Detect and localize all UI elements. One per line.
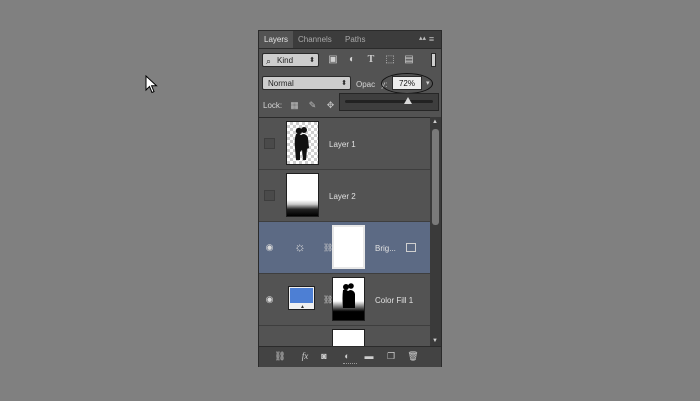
- opacity-slider-popup: [339, 93, 439, 111]
- delete-layer-trash-icon[interactable]: 🗑: [407, 350, 419, 362]
- layer-name[interactable]: Layer 2: [329, 192, 356, 201]
- layer-row-layer-1[interactable]: Layer 1: [259, 118, 430, 170]
- opacity-slider-track[interactable]: [345, 100, 433, 103]
- color-fill-icon: ▲: [288, 286, 315, 310]
- layer-mask-thumbnail[interactable]: [332, 225, 365, 269]
- layer-mask-thumbnail[interactable]: [332, 277, 365, 321]
- add-mask-icon[interactable]: ◙: [318, 350, 330, 362]
- layer-name[interactable]: Brig...: [375, 244, 396, 253]
- new-adjustment-layer-icon[interactable]: ◐: [341, 350, 353, 362]
- layer-style-fx-button[interactable]: fx: [297, 350, 313, 362]
- layer-thumbnail: [332, 329, 365, 347]
- new-group-folder-icon[interactable]: ▬: [363, 350, 375, 362]
- new-layer-icon[interactable]: ❐: [385, 350, 397, 362]
- search-icon: ⌕: [266, 56, 272, 66]
- clipping-badge-icon: [406, 243, 416, 252]
- adjustment-filter-icon[interactable]: ◐: [346, 54, 358, 66]
- tab-paths[interactable]: Paths: [340, 31, 370, 48]
- type-filter-icon[interactable]: T: [365, 54, 377, 66]
- layer-row-color-fill-1[interactable]: ◉ ▲ ⛓ Color Fill 1: [259, 274, 430, 326]
- blend-mode-select[interactable]: Normal ⬍: [262, 76, 351, 90]
- layers-scrollbar[interactable]: ▲ ▼: [430, 117, 441, 346]
- blend-mode-value: Normal: [268, 79, 294, 88]
- lock-brush-icon[interactable]: ✎: [307, 100, 318, 111]
- couple-silhouette-icon: [342, 283, 355, 308]
- shape-filter-icon[interactable]: ⬚: [384, 54, 396, 66]
- visibility-toggle[interactable]: [264, 190, 275, 201]
- opacity-slider-thumb[interactable]: [404, 97, 413, 104]
- layer-thumbnail: [286, 173, 319, 217]
- scroll-up-icon[interactable]: ▲: [432, 119, 438, 125]
- scroll-thumb[interactable]: [432, 129, 439, 225]
- lock-transparency-icon[interactable]: ▦: [289, 100, 300, 111]
- brightness-adjustment-icon: ☼: [294, 239, 306, 254]
- eye-icon[interactable]: ◉: [264, 294, 275, 305]
- link-layers-icon[interactable]: ⛓: [273, 350, 287, 362]
- layer-row-layer-2[interactable]: Layer 2: [259, 170, 430, 222]
- layer-row-brightness[interactable]: ◉ ☼ ⛓ Brig...: [259, 222, 430, 274]
- visibility-toggle[interactable]: [264, 138, 275, 149]
- layers-list: Layer 1 Layer 2 ◉ ☼ ⛓ Brig... ◉ ▲ ⛓ Colo…: [259, 117, 430, 347]
- collapse-icon[interactable]: ▴▴: [419, 34, 426, 42]
- layers-footer: ⛓ fx ◙ ◐ ▬ ❐ 🗑: [259, 346, 441, 367]
- fill-color-swatch: [290, 288, 313, 303]
- tab-layers[interactable]: Layers: [259, 31, 294, 48]
- image-filter-icon[interactable]: ▣: [327, 54, 339, 66]
- opacity-dropdown-icon[interactable]: ▾: [426, 79, 430, 87]
- select-arrows-icon: ⬍: [309, 57, 315, 64]
- layer-name[interactable]: Color Fill 1: [375, 296, 413, 305]
- blend-row: Normal ⬍ Opac y: 72% ▾: [259, 73, 441, 95]
- opacity-label-head: Opac: [356, 80, 376, 89]
- tab-channels[interactable]: Channels: [293, 31, 337, 48]
- couple-silhouette-icon: [294, 127, 309, 160]
- resize-grip[interactable]: [343, 363, 357, 366]
- layer-thumbnail: [286, 121, 319, 165]
- eye-icon[interactable]: ◉: [264, 242, 275, 253]
- lock-position-icon[interactable]: ✥: [325, 100, 336, 111]
- panel-menu-icon[interactable]: ≡: [426, 34, 437, 45]
- lock-label: Lock:: [263, 101, 283, 110]
- select-arrows-icon: ⬍: [341, 80, 347, 87]
- filter-toggle-switch[interactable]: [431, 53, 436, 67]
- scroll-down-icon[interactable]: ▼: [432, 338, 438, 344]
- filter-row: ⌕ Kind ⬍ ▣ ◐ T ⬚ ▤: [259, 49, 441, 73]
- filter-kind-value: Kind: [277, 56, 294, 65]
- smart-object-filter-icon[interactable]: ▤: [403, 54, 415, 66]
- mouse-cursor-icon: [145, 75, 158, 94]
- filter-kind-select[interactable]: ⌕ Kind ⬍: [262, 53, 319, 67]
- layer-row-partial[interactable]: [259, 326, 430, 347]
- layers-panel: Layers Channels Paths ▴▴ ≡ ⌕ Kind ⬍ ▣ ◐ …: [258, 30, 442, 367]
- panel-tab-bar: Layers Channels Paths ▴▴ ≡: [259, 31, 441, 49]
- fill-arrow-icon: ▲: [300, 304, 305, 310]
- layer-name[interactable]: Layer 1: [329, 140, 356, 149]
